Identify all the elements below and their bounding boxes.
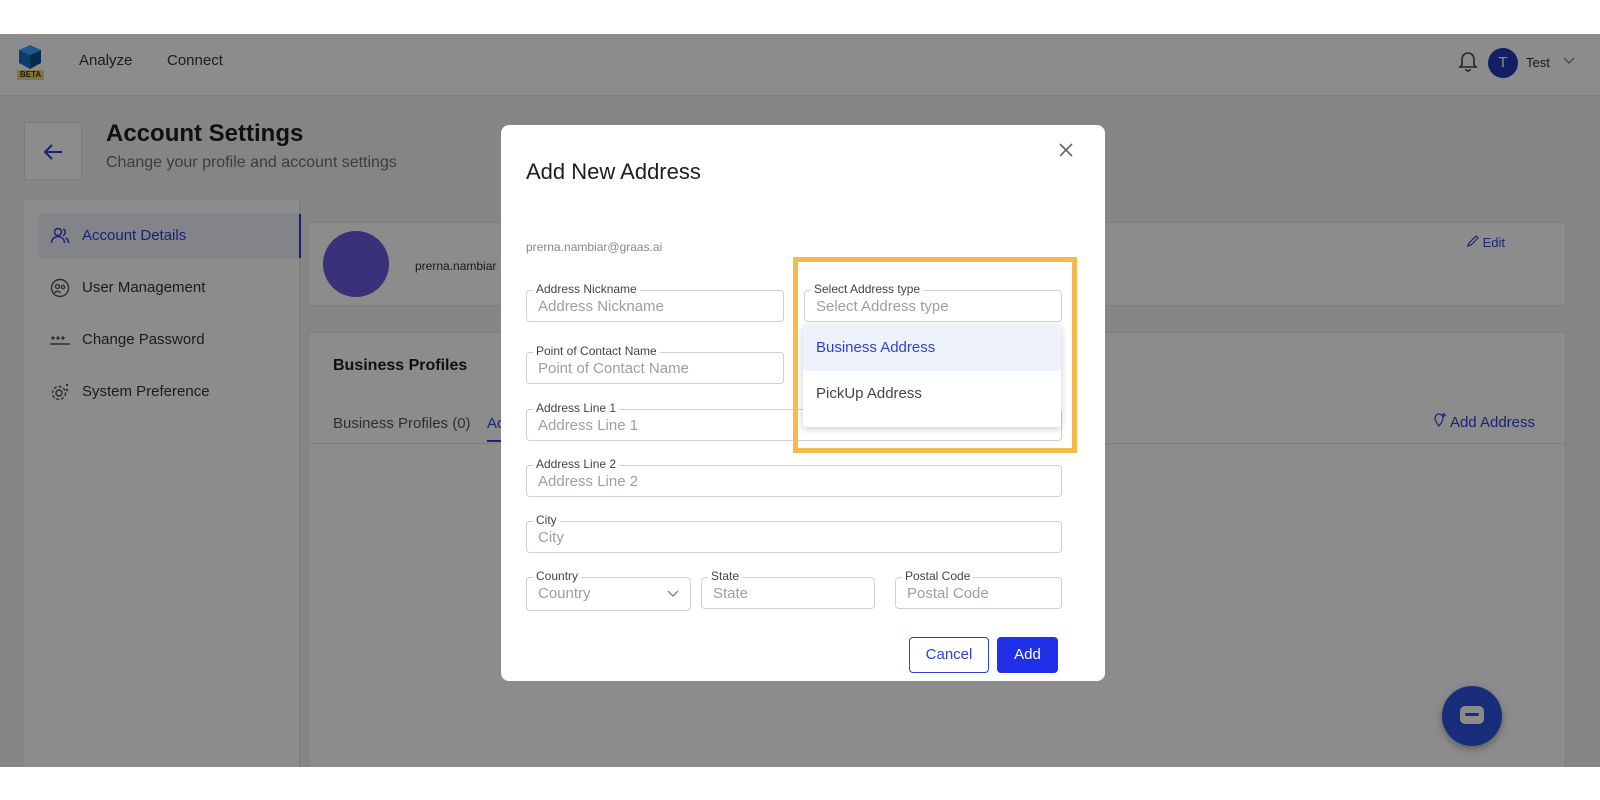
- contact-name-input[interactable]: Point of Contact Name Point of Contact N…: [526, 344, 784, 384]
- app-screen: BETA Analyze Connect T Test Account Sett…: [0, 34, 1600, 767]
- field-placeholder: Address Nickname: [538, 298, 664, 315]
- state-input[interactable]: State State: [701, 569, 875, 609]
- field-placeholder: Address Line 1: [538, 417, 639, 434]
- field-label: City: [533, 513, 560, 527]
- field-label: Address Line 2: [533, 457, 620, 471]
- field-label: State: [708, 569, 743, 583]
- field-placeholder: Address Line 2: [538, 473, 639, 490]
- country-select[interactable]: Country Country: [526, 569, 691, 611]
- close-icon[interactable]: [1057, 141, 1075, 159]
- field-placeholder: City: [538, 529, 564, 546]
- field-label: Address Nickname: [533, 282, 640, 296]
- field-label: Country: [533, 569, 582, 583]
- field-label: Postal Code: [902, 569, 974, 583]
- modal-title: Add New Address: [526, 159, 701, 184]
- field-placeholder: Postal Code: [907, 585, 989, 602]
- field-placeholder: Country: [538, 585, 591, 602]
- field-placeholder: State: [713, 585, 749, 602]
- city-input[interactable]: City City: [526, 513, 1062, 553]
- postal-code-input[interactable]: Postal Code Postal Code: [895, 569, 1062, 609]
- add-button[interactable]: Add: [997, 637, 1058, 673]
- cancel-button[interactable]: Cancel: [909, 637, 989, 673]
- field-label: Point of Contact Name: [533, 344, 660, 358]
- address-nickname-input[interactable]: Address Nickname Address Nickname: [526, 282, 784, 322]
- field-placeholder: Point of Contact Name: [538, 360, 689, 377]
- modal-email: prerna.nambiar@graas.ai: [526, 240, 663, 254]
- field-label: Address Line 1: [533, 401, 620, 415]
- highlight-box: [793, 257, 1077, 453]
- chevron-down-icon: [667, 590, 679, 597]
- address-line2-input[interactable]: Address Line 2 Address Line 2: [526, 457, 1062, 497]
